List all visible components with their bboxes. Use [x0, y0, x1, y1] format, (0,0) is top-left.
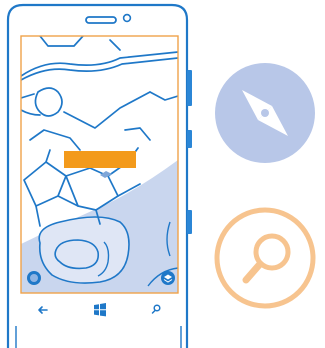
map-callout[interactable]	[64, 151, 136, 168]
volume-button[interactable]	[187, 70, 192, 106]
power-button[interactable]	[187, 130, 192, 148]
location-button[interactable]	[27, 271, 41, 285]
phone-illustration	[6, 3, 316, 348]
compass-icon	[215, 63, 315, 163]
camera-button[interactable]	[187, 210, 192, 234]
magnifier-icon	[214, 207, 316, 309]
layers-button[interactable]	[161, 271, 175, 285]
location-dot-icon	[30, 274, 38, 282]
